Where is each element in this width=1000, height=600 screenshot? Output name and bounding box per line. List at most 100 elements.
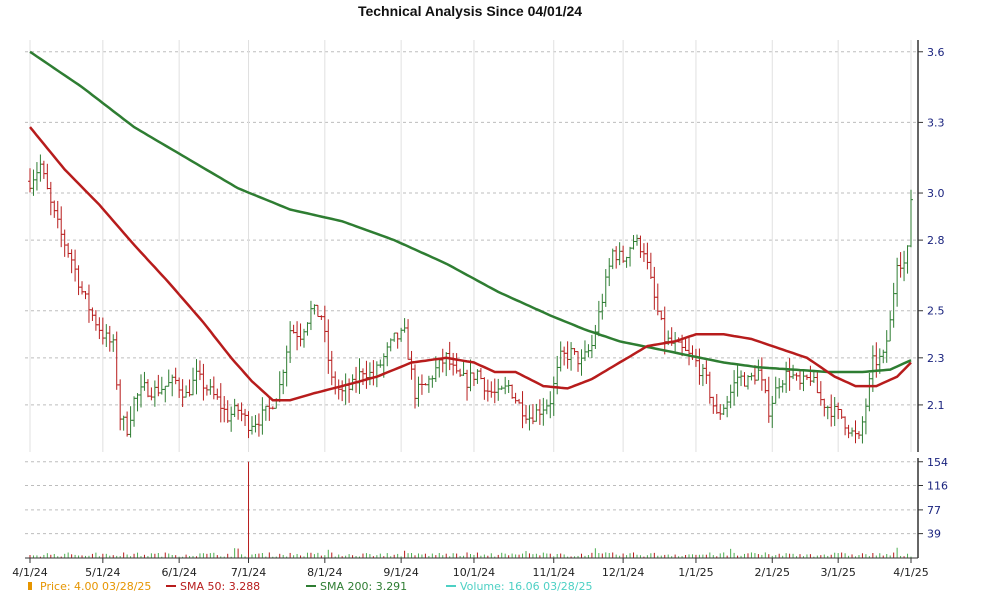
sma-50-path xyxy=(29,126,912,402)
ohlc-bar xyxy=(856,431,861,440)
ohlc-bar xyxy=(236,403,241,420)
ohlc-bar xyxy=(718,404,723,420)
price-tick-label: 3.3 xyxy=(927,116,945,129)
ohlc-bar xyxy=(163,385,168,403)
ohlc-bar xyxy=(173,367,178,385)
ohlc-bar xyxy=(572,348,577,355)
ohlc-bar xyxy=(38,154,43,182)
ohlc-bar xyxy=(149,387,154,401)
ohlc-bar xyxy=(638,235,643,258)
ohlc-bar xyxy=(725,395,730,418)
ohlc-bar xyxy=(260,397,265,435)
ohlc-bar xyxy=(721,404,726,415)
ohlc-bar xyxy=(499,385,504,390)
ohlc-bar xyxy=(766,376,771,423)
date-tick-label: 3/1/25 xyxy=(820,566,855,579)
ohlc-bar xyxy=(41,160,46,179)
ohlc-bar xyxy=(475,369,480,384)
ohlc-bar xyxy=(298,323,303,347)
ohlc-bar xyxy=(589,334,594,358)
ohlc-bar xyxy=(194,359,199,395)
ohlc-bar xyxy=(562,346,567,366)
ohlc-bar xyxy=(506,379,511,394)
legend-label: SMA 200: 3.291 xyxy=(320,580,407,593)
ohlc-bar xyxy=(624,256,629,268)
ohlc-bar xyxy=(191,367,196,396)
ohlc-bar xyxy=(170,374,175,397)
ohlc-bar xyxy=(621,245,626,263)
ohlc-bar xyxy=(829,394,834,427)
ohlc-bar xyxy=(277,371,282,403)
ohlc-bar xyxy=(523,405,528,424)
ohlc-bar xyxy=(447,341,452,371)
chart-title: Technical Analysis Since 04/01/24 xyxy=(358,3,582,19)
price-tick-label: 2.8 xyxy=(927,234,945,247)
ohlc-bar xyxy=(881,349,886,364)
ohlc-bar xyxy=(645,242,650,270)
ohlc-bar xyxy=(208,378,213,395)
ohlc-bar xyxy=(423,383,428,386)
legend-label: Volume: 16.06 03/28/25 xyxy=(460,580,593,593)
ohlc-bar xyxy=(177,377,182,398)
ohlc-bar xyxy=(798,369,803,390)
ohlc-bar xyxy=(135,393,140,412)
ohlc-bar xyxy=(440,348,445,373)
ohlc-bar xyxy=(596,300,601,337)
ohlc-bar xyxy=(371,360,376,386)
ohlc-bar xyxy=(839,409,844,419)
legend-item-volume: Volume: 16.06 03/28/25 xyxy=(446,580,593,593)
ohlc-bar xyxy=(249,416,254,435)
ohlc-bar xyxy=(284,345,289,387)
ohlc-bar xyxy=(364,360,369,389)
ohlc-bar xyxy=(437,359,442,378)
ohlc-bar xyxy=(83,291,88,300)
volume-grid xyxy=(25,461,918,535)
ohlc-bar xyxy=(444,352,449,377)
ohlc-bar xyxy=(527,405,532,431)
ohlc-bar xyxy=(80,281,85,295)
ohlc-bar xyxy=(874,342,879,378)
legend-item-sma50: SMA 50: 3.288 xyxy=(166,580,260,593)
ohlc-bar xyxy=(600,293,605,320)
price-tick-label: 3.0 xyxy=(927,187,945,200)
ohlc-bar xyxy=(59,206,64,248)
ohlc-bar xyxy=(392,332,397,342)
ohlc-bar xyxy=(697,348,702,385)
ohlc-bar xyxy=(263,405,268,421)
ohlc-bar xyxy=(430,375,435,388)
ohlc-bar xyxy=(142,371,147,391)
ohlc-bar xyxy=(388,338,393,352)
ohlc-bar xyxy=(808,365,813,386)
ohlc-bar xyxy=(426,375,431,393)
price-tick-label: 3.6 xyxy=(927,46,945,59)
ohlc-bar xyxy=(465,369,470,401)
ohlc-bar xyxy=(69,249,74,274)
ohlc-bar xyxy=(302,328,307,348)
ohlc-bar xyxy=(492,378,497,404)
ohlc-bar xyxy=(152,380,157,407)
ohlc-bar xyxy=(406,319,411,360)
ohlc-bar xyxy=(565,341,570,369)
ohlc-bar xyxy=(246,411,251,439)
ohlc-bar xyxy=(891,282,896,328)
ohlc-bar xyxy=(683,337,688,352)
ohlc-bar xyxy=(582,340,587,362)
ohlc-bar xyxy=(485,379,490,402)
date-tick-label: 2/1/25 xyxy=(755,566,790,579)
ohlc-bar xyxy=(707,371,712,404)
ohlc-bar xyxy=(777,378,782,399)
ohlc-bar xyxy=(211,376,216,400)
ohlc-bar xyxy=(863,398,868,435)
ohlc-bar xyxy=(357,358,362,394)
ohlc-bar xyxy=(617,242,622,266)
ohlc-bar xyxy=(232,398,237,418)
date-tick-label: 6/1/24 xyxy=(161,566,196,579)
ohlc-bar xyxy=(482,377,487,400)
ohlc-bar xyxy=(843,416,848,436)
date-tick-label: 4/1/25 xyxy=(893,566,928,579)
ohlc-bar xyxy=(739,370,744,387)
ohlc-bar xyxy=(336,379,341,400)
ohlc-bar xyxy=(48,181,53,216)
ohlc-bar xyxy=(461,359,466,376)
ohlc-bar xyxy=(804,374,809,380)
